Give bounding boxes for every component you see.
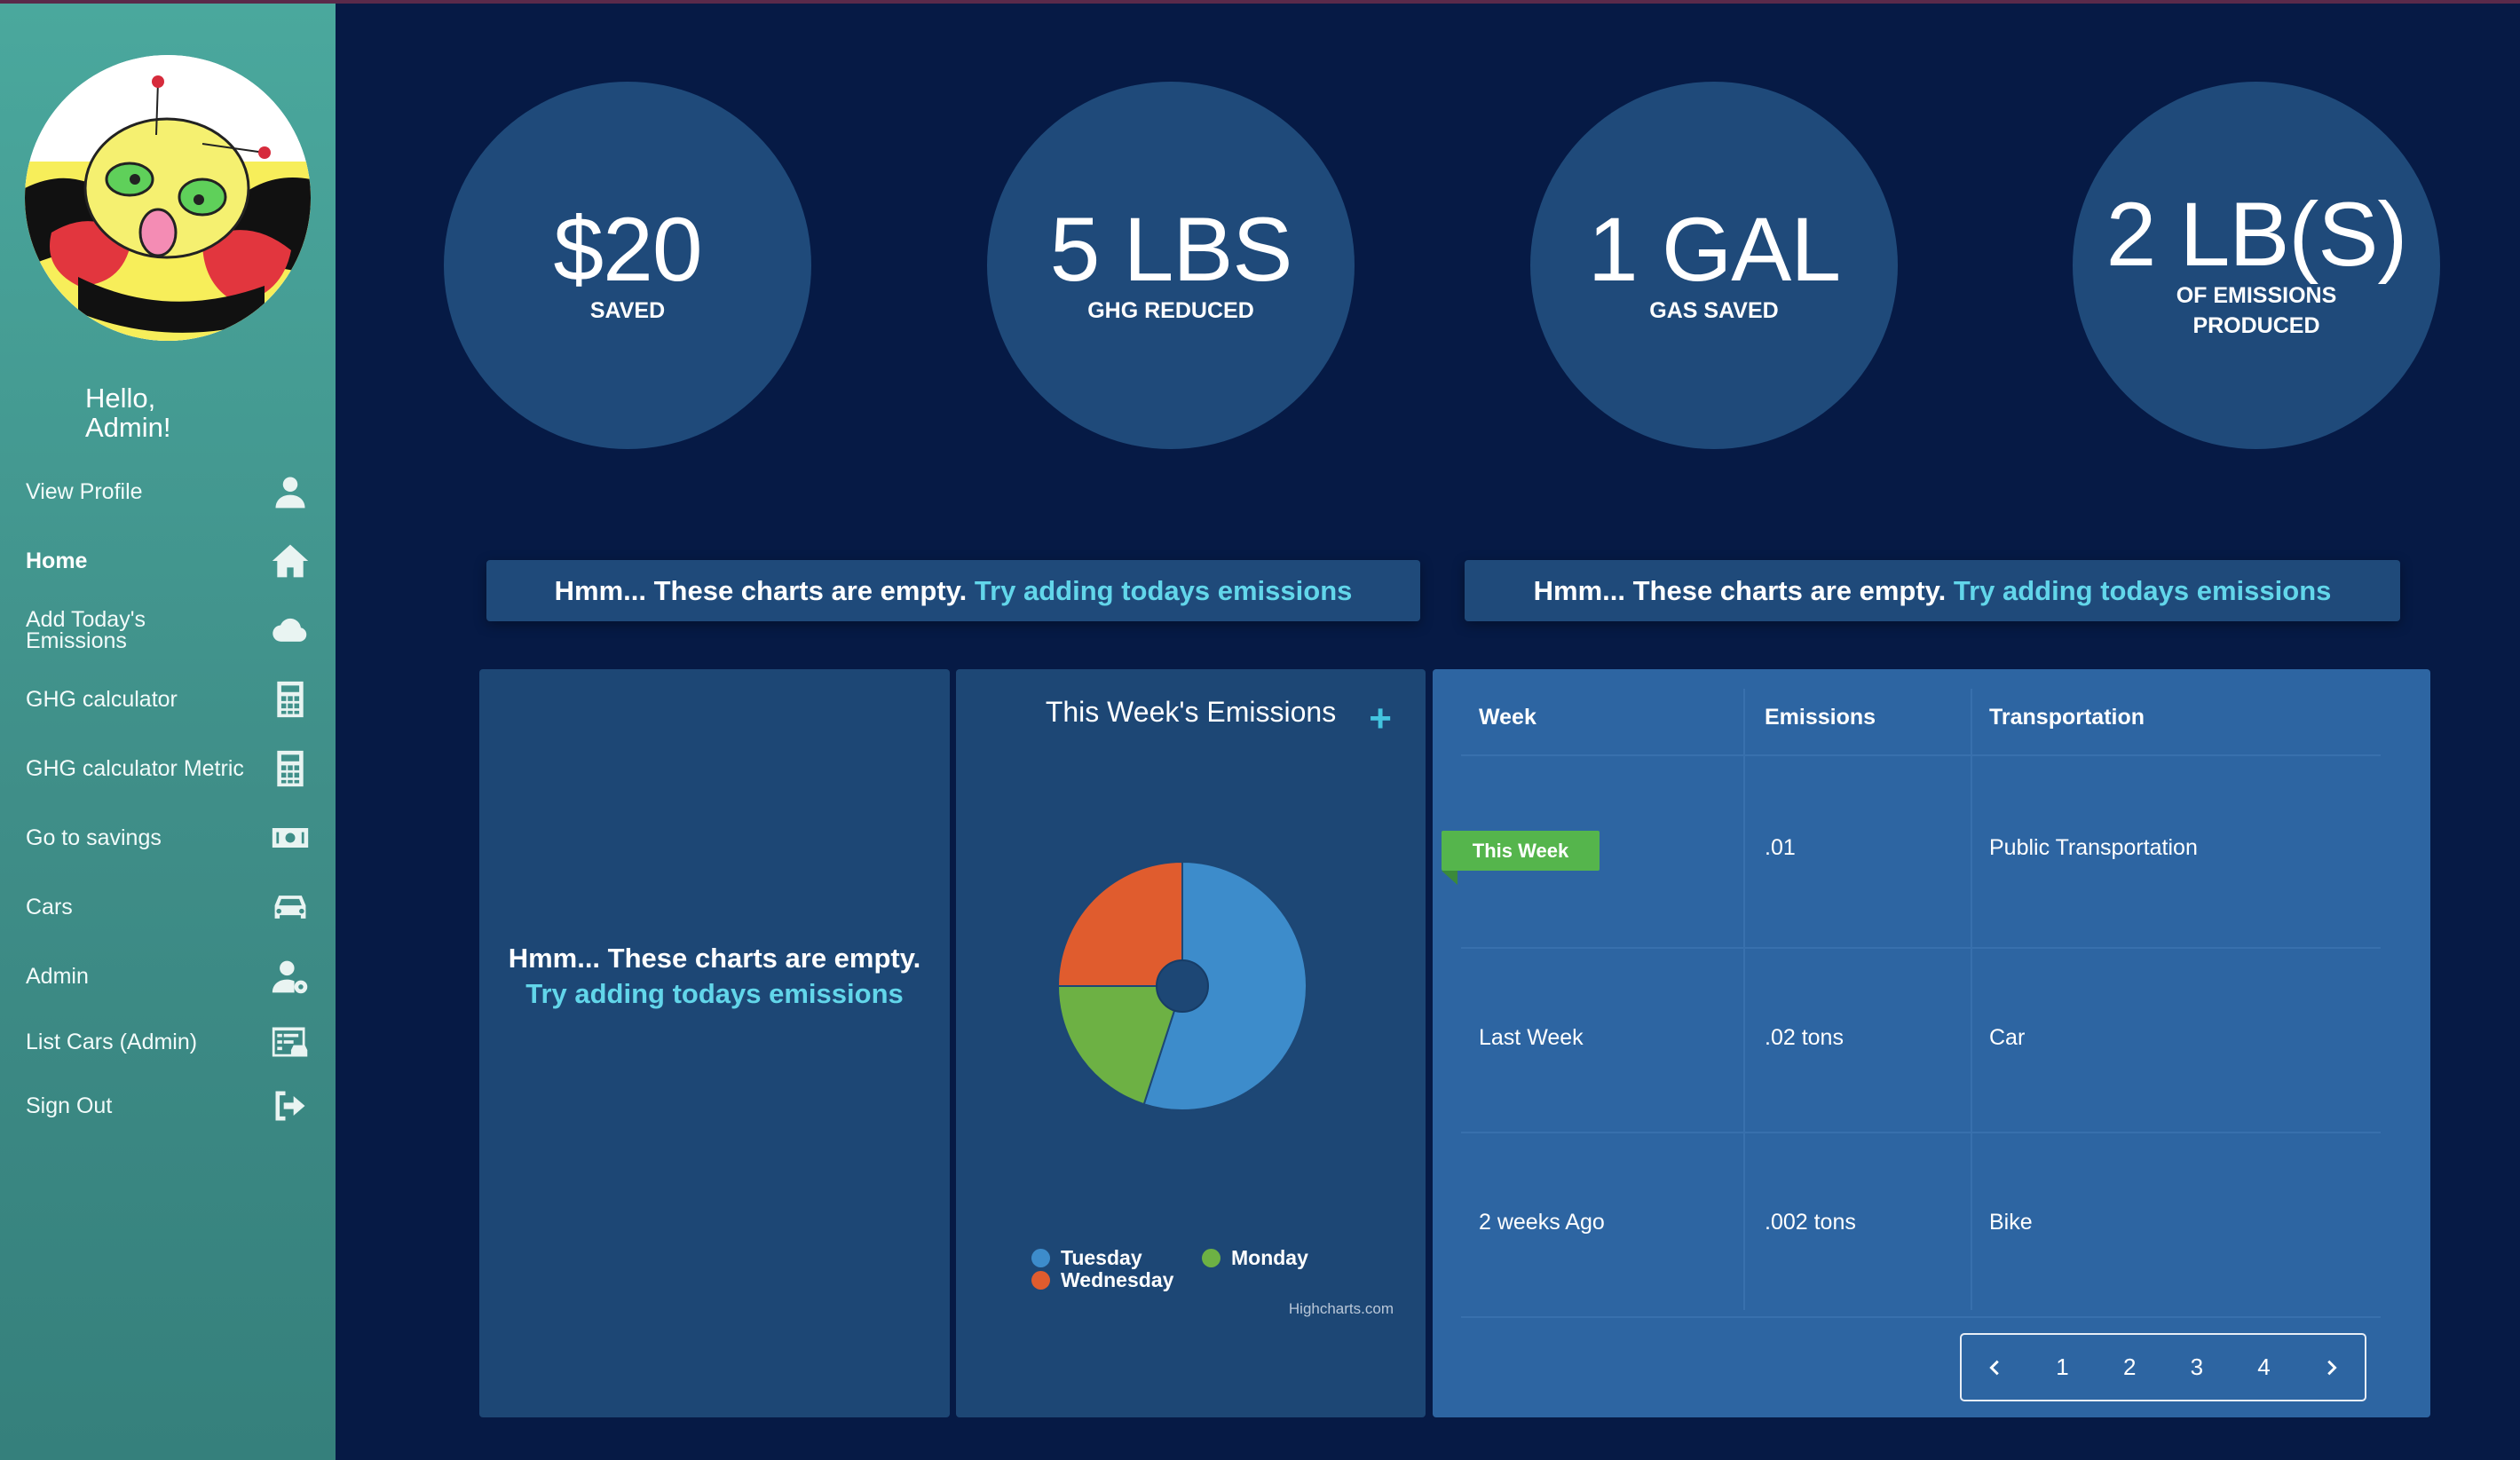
stat-value: 2 LB(S) bbox=[2105, 184, 2408, 285]
legend-dot bbox=[1202, 1249, 1221, 1267]
chart-credit[interactable]: Highcharts.com bbox=[1289, 1300, 1394, 1318]
pagination-prev-button[interactable] bbox=[1962, 1335, 2029, 1400]
stat-saved: $20 SAVED bbox=[444, 82, 811, 449]
sidebar-item-cars[interactable]: Cars bbox=[0, 880, 336, 934]
sidebar-item-label: Sign Out bbox=[26, 1093, 113, 1118]
stat-label: GHG REDUCED bbox=[1087, 298, 1254, 323]
add-emissions-link[interactable]: Try adding todays emissions bbox=[1954, 575, 2332, 607]
sign-out-icon bbox=[269, 1085, 312, 1127]
column-header-week[interactable]: Week bbox=[1479, 705, 1536, 730]
cell-emissions: .02 tons bbox=[1765, 1025, 1844, 1050]
empty-charts-banner: Hmm... These charts are empty. Try addin… bbox=[486, 560, 1420, 621]
banner-text: Hmm... These charts are empty. bbox=[554, 574, 968, 606]
column-header-emissions[interactable]: Emissions bbox=[1765, 705, 1876, 730]
sidebar-item-list-cars[interactable]: List Cars (Admin) bbox=[0, 1015, 336, 1069]
empty-chart-message: Hmm... These charts are empty. Try addin… bbox=[479, 941, 950, 1012]
list-car-icon bbox=[269, 1021, 312, 1063]
cell-transportation: Bike bbox=[1989, 1210, 2033, 1235]
row-divider bbox=[1461, 947, 2381, 949]
sidebar: Hello, Admin! View Profile Home Add Toda… bbox=[0, 4, 336, 1460]
pagination-page-1[interactable]: 1 bbox=[2029, 1335, 2097, 1400]
sidebar-item-add-emissions[interactable]: Add Today's Emissions bbox=[0, 604, 336, 657]
banner-text: Hmm... These charts are empty. bbox=[1533, 574, 1947, 606]
sidebar-item-ghg-calculator-metric[interactable]: GHG calculator Metric bbox=[0, 742, 336, 795]
sidebar-item-savings[interactable]: Go to savings bbox=[0, 811, 336, 864]
legend-item-monday[interactable]: Monday bbox=[1202, 1246, 1308, 1270]
sidebar-item-view-profile[interactable]: View Profile bbox=[0, 465, 336, 518]
legend-item-wednesday[interactable]: Wednesday bbox=[1031, 1268, 1173, 1292]
row-divider bbox=[1461, 1316, 2381, 1318]
cell-emissions: .01 bbox=[1765, 835, 1796, 860]
column-header-transportation[interactable]: Transportation bbox=[1989, 705, 2145, 730]
home-icon bbox=[269, 540, 312, 582]
add-emissions-link[interactable]: Try adding todays emissions bbox=[479, 976, 950, 1012]
legend-label: Wednesday bbox=[1061, 1268, 1174, 1291]
sidebar-item-sign-out[interactable]: Sign Out bbox=[0, 1079, 336, 1132]
stat-value: 5 LBS bbox=[1049, 199, 1293, 300]
cell-transportation: Public Transportation bbox=[1989, 835, 2198, 860]
row-divider bbox=[1461, 754, 2381, 756]
sidebar-item-home[interactable]: Home bbox=[0, 534, 336, 588]
pagination-page-4[interactable]: 4 bbox=[2231, 1335, 2298, 1400]
top-accent-line bbox=[0, 0, 2520, 4]
tag-tail bbox=[1442, 871, 1457, 885]
cell-week: Last Week bbox=[1479, 1025, 1584, 1050]
row-divider bbox=[1461, 1132, 2381, 1133]
stat-label: SAVED bbox=[589, 298, 666, 323]
greeting-username: Admin! bbox=[85, 412, 171, 443]
stat-label: OF EMISSIONS PRODUCED bbox=[2176, 283, 2337, 338]
emissions-table-panel: Week Emissions Transportation This Week … bbox=[1433, 669, 2430, 1417]
empty-charts-banner: Hmm... These charts are empty. Try addin… bbox=[1465, 560, 2400, 621]
calculator-icon bbox=[269, 678, 312, 721]
stat-ghg-reduced: 5 LBS GHG REDUCED bbox=[987, 82, 1355, 449]
legend-item-tuesday[interactable]: Tuesday bbox=[1031, 1246, 1142, 1270]
chevron-right-icon bbox=[2327, 1360, 2337, 1375]
stat-label: GAS SAVED bbox=[1649, 298, 1779, 323]
add-emissions-link[interactable]: Try adding todays emissions bbox=[975, 575, 1353, 607]
cell-transportation: Car bbox=[1989, 1025, 2026, 1050]
user-icon bbox=[269, 470, 312, 513]
sidebar-item-label: List Cars (Admin) bbox=[26, 1030, 198, 1054]
sidebar-item-label: View Profile bbox=[26, 479, 143, 504]
cell-emissions: .002 tons bbox=[1765, 1210, 1856, 1235]
sidebar-item-label: Add Today's Emissions bbox=[26, 607, 146, 653]
stat-emissions-produced: 2 LB(S) OF EMISSIONS PRODUCED bbox=[2073, 82, 2440, 449]
sidebar-item-admin[interactable]: Admin bbox=[0, 950, 336, 1003]
sidebar-item-label: Go to savings bbox=[26, 825, 162, 850]
legend-dot bbox=[1031, 1271, 1050, 1290]
stat-value: 1 GAL bbox=[1587, 199, 1841, 300]
pie-chart-panel: This Week's Emissions + Tuesday Monday W… bbox=[956, 669, 1426, 1417]
sidebar-item-label: GHG calculator bbox=[26, 687, 178, 712]
pie-center-hole bbox=[1156, 959, 1209, 1013]
sidebar-item-label: Home bbox=[26, 548, 88, 573]
chevron-left-icon bbox=[1989, 1360, 1999, 1375]
pagination-page-2[interactable]: 2 bbox=[2096, 1335, 2163, 1400]
column-divider bbox=[1743, 689, 1745, 1310]
car-icon bbox=[269, 886, 312, 928]
sidebar-item-label: Admin bbox=[26, 964, 89, 989]
greeting: Hello, Admin! bbox=[85, 383, 170, 442]
legend-label: Monday bbox=[1231, 1246, 1308, 1269]
money-icon bbox=[269, 817, 312, 859]
greeting-hello: Hello, bbox=[85, 383, 156, 414]
calculator-icon bbox=[269, 747, 312, 790]
cloud-icon bbox=[269, 609, 312, 651]
sidebar-item-ghg-calculator[interactable]: GHG calculator bbox=[0, 673, 336, 726]
legend-label: Tuesday bbox=[1061, 1246, 1142, 1269]
stat-gas-saved: 1 GAL GAS SAVED bbox=[1530, 82, 1898, 449]
cell-week: 2 weeks Ago bbox=[1479, 1210, 1605, 1235]
stat-value: $20 bbox=[553, 199, 702, 300]
column-divider bbox=[1971, 689, 1972, 1310]
empty-chart-text: Hmm... These charts are empty. bbox=[508, 943, 921, 974]
sidebar-item-label: GHG calculator Metric bbox=[26, 756, 244, 781]
pagination: 1 2 3 4 bbox=[1960, 1333, 2366, 1401]
user-gear-icon bbox=[269, 955, 312, 998]
sidebar-item-label: Cars bbox=[26, 895, 73, 919]
empty-chart-panel: Hmm... These charts are empty. Try addin… bbox=[479, 669, 950, 1417]
pagination-next-button[interactable] bbox=[2297, 1335, 2365, 1400]
this-week-tag: This Week bbox=[1442, 831, 1600, 871]
legend-dot bbox=[1031, 1249, 1050, 1267]
pagination-page-3[interactable]: 3 bbox=[2163, 1335, 2231, 1400]
avatar[interactable] bbox=[25, 55, 311, 341]
